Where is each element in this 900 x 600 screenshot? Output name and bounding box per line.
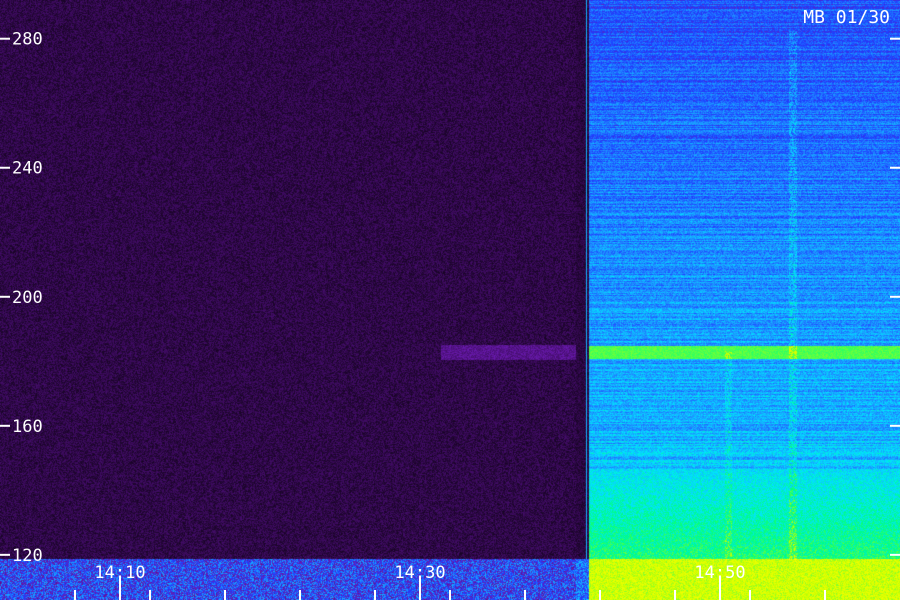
y-axis-left: 120 160 200 240 280: [0, 30, 43, 566]
chart-title: MB 01/30: [803, 7, 890, 28]
y-tick-label: 240: [12, 159, 43, 179]
x-axis: 14:10 14:30 14:50: [74, 563, 826, 600]
chart-overlay: 120 160 200 240 280 14:10 14:30 14:50 MB 01/30: [0, 7, 900, 600]
y-tick-label: 160: [12, 417, 43, 437]
y-tick-label: 280: [12, 30, 43, 50]
x-tick-label: 14:50: [694, 563, 745, 583]
y-axis-right: [890, 37, 900, 556]
y-tick-label: 200: [12, 288, 43, 308]
x-tick-label: 14:10: [94, 563, 145, 583]
x-tick-label: 14:30: [394, 563, 445, 583]
y-tick-label: 120: [12, 546, 43, 566]
